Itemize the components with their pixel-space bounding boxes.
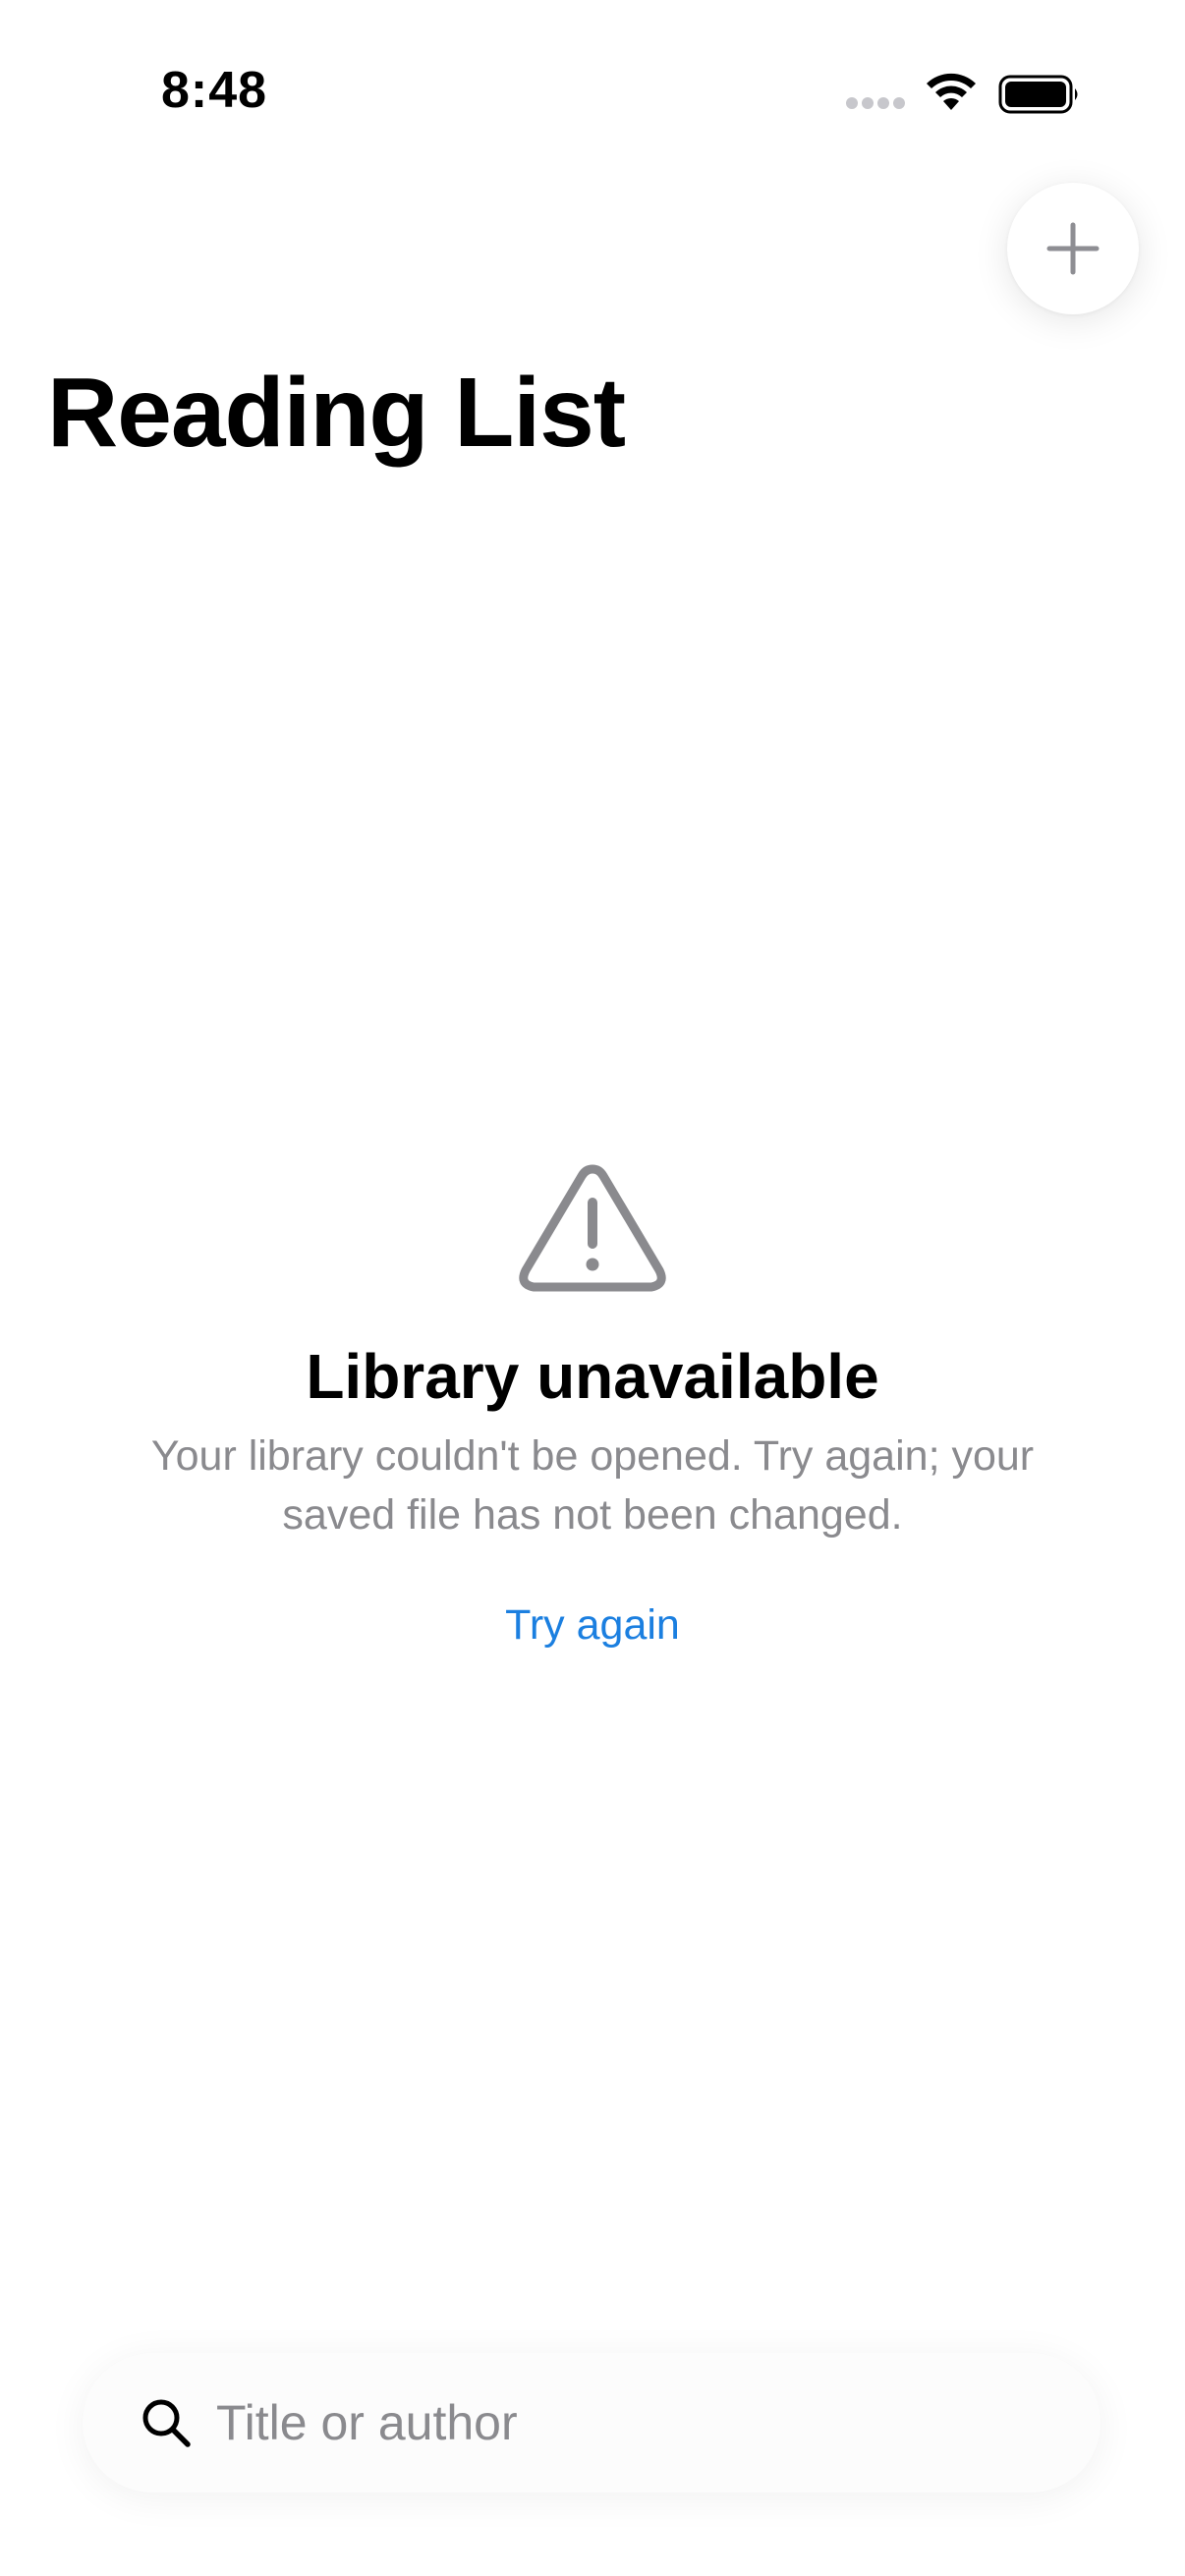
battery-icon <box>998 75 1078 114</box>
search-bar[interactable] <box>83 2353 1100 2492</box>
add-book-button[interactable] <box>1007 183 1139 314</box>
plus-icon <box>1046 222 1100 275</box>
search-icon <box>142 2399 191 2447</box>
status-bar: 8:48 <box>0 0 1185 196</box>
status-time: 8:48 <box>161 62 268 119</box>
search-input[interactable] <box>214 2382 1024 2463</box>
wifi-icon <box>927 73 976 110</box>
status-icons <box>845 71 1091 120</box>
try-again-button[interactable]: Try again <box>505 1596 680 1654</box>
cellular-signal-icon <box>846 97 905 109</box>
page-title: Reading List <box>47 358 626 468</box>
warning-triangle-icon <box>519 1164 666 1292</box>
error-state: Library unavailable Your library couldn'… <box>0 1159 1185 1654</box>
error-title: Library unavailable <box>306 1341 879 1412</box>
error-message: Your library couldn't be opened. Try aga… <box>150 1432 1035 1539</box>
